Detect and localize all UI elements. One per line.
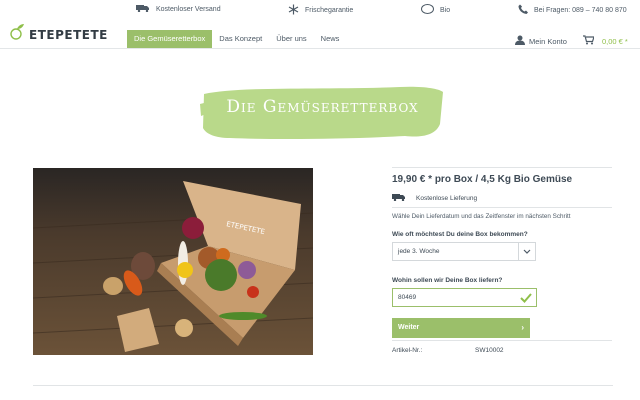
- usp-shipping-label: Kostenloser Versand: [156, 5, 221, 13]
- shipping-label: Kostenlose Lieferung: [416, 194, 478, 202]
- frequency-label: Wie oft möchtest Du deine Box bekommen?: [392, 231, 528, 238]
- continue-button[interactable]: Weiter ›: [392, 318, 530, 338]
- article-number-label: Artikel-Nr.:: [392, 347, 423, 354]
- snowflake-icon: [288, 4, 299, 17]
- usp-freshness: Frischegarantie: [288, 4, 353, 17]
- continue-button-label: Weiter: [398, 324, 420, 331]
- logo-text: ETEPETETE: [29, 27, 108, 42]
- chevron-right-icon: ›: [521, 323, 524, 332]
- main-nav: Die Gemüseretterbox Das Konzept Über uns…: [127, 30, 346, 48]
- nav-item-konzept[interactable]: Das Konzept: [212, 30, 269, 48]
- phone-icon: [518, 4, 528, 16]
- nav-item-news[interactable]: News: [314, 30, 347, 48]
- frequency-value: jede 3. Woche: [398, 248, 440, 255]
- usp-bio-label: Bio: [440, 6, 451, 14]
- divider: [392, 207, 612, 208]
- chevron-down-icon: [518, 243, 535, 260]
- logo[interactable]: ETEPETETE: [8, 23, 108, 46]
- leaf-logo-icon: [8, 23, 26, 46]
- divider: [392, 340, 612, 341]
- nav-item-ueber-uns[interactable]: Über uns: [269, 30, 313, 48]
- footer-divider: [33, 385, 613, 386]
- usp-phone-label: Bei Fragen: 089 – 740 80 870: [534, 6, 627, 14]
- bio-seal-icon: [421, 4, 434, 16]
- truck-icon: [136, 4, 150, 14]
- delivery-hint: Wähle Dein Lieferdatum und das Zeitfenst…: [392, 213, 571, 220]
- check-icon: [520, 292, 532, 306]
- account-link[interactable]: Mein Konto: [515, 35, 567, 47]
- cart-link[interactable]: 0,00 € *: [583, 35, 628, 47]
- product-image: ETEPETETE: [32, 168, 314, 355]
- usp-freshness-label: Frischegarantie: [305, 7, 354, 14]
- truck-icon: [392, 193, 406, 203]
- account-label: Mein Konto: [529, 36, 567, 46]
- frequency-select[interactable]: jede 3. Woche: [392, 242, 536, 261]
- divider: [392, 167, 612, 168]
- shipping-info: Kostenlose Lieferung: [392, 193, 477, 203]
- price-line: 19,90 € * pro Box / 4,5 Kg Bio Gemüse: [392, 174, 573, 185]
- site-header: ETEPETETE Die Gemüseretterbox Das Konzep…: [0, 20, 640, 49]
- article-number-value: SW10002: [475, 347, 504, 354]
- usp-phone[interactable]: Bei Fragen: 089 – 740 80 870: [518, 4, 627, 16]
- top-usp-bar: Kostenloser Versand Frischegarantie Bio …: [0, 0, 640, 20]
- usp-shipping: Kostenloser Versand: [136, 4, 221, 14]
- cart-icon: [583, 35, 595, 47]
- user-icon: [515, 35, 525, 47]
- zip-label: Wohin sollen wir Deine Box liefern?: [392, 277, 503, 284]
- usp-bio: Bio: [421, 4, 450, 16]
- zip-input[interactable]: 80469: [392, 288, 537, 307]
- cart-total: 0,00 € *: [602, 36, 628, 46]
- nav-item-gemueseretterbox[interactable]: Die Gemüseretterbox: [127, 30, 213, 48]
- zip-value: 80469: [398, 294, 417, 301]
- page-title: Die Gemüseretterbox: [226, 97, 419, 117]
